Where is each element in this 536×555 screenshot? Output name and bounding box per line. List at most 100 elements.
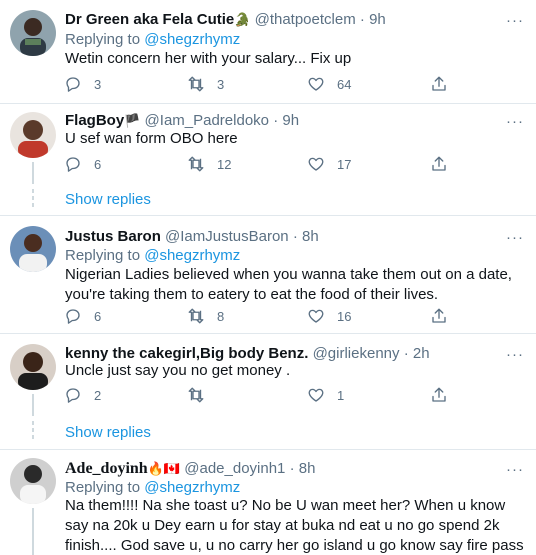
reply-button[interactable]: 6 — [64, 154, 101, 174]
like-button[interactable]: 1 — [307, 385, 344, 405]
share-icon — [432, 308, 446, 323]
user-handle[interactable]: @Iam_Padreldoko — [145, 112, 269, 129]
share-button[interactable] — [430, 385, 448, 405]
share-icon — [432, 156, 446, 171]
separator-dot: · — [289, 460, 295, 477]
display-name[interactable]: Ade_doyinh — [65, 460, 148, 477]
like-count: 1 — [337, 387, 345, 403]
like-icon — [308, 157, 324, 171]
name-emoji: 🐊 — [234, 12, 251, 27]
separator-dot: · — [359, 11, 365, 28]
share-icon — [432, 76, 446, 91]
like-icon — [308, 309, 324, 323]
tweet-actions: 2 1 — [60, 385, 460, 405]
tweet-header: Dr Green aka Fela Cutie🐊 @thatpoetclem ·… — [65, 11, 386, 29]
separator-dot: · — [273, 112, 279, 129]
retweet-button[interactable]: 12 — [187, 154, 231, 174]
retweet-icon — [188, 76, 204, 92]
tweet-header: Justus Baron @IamJustusBaron · 8h — [65, 228, 319, 246]
more-icon[interactable]: ··· — [506, 230, 524, 245]
share-button[interactable] — [430, 154, 448, 174]
timestamp[interactable]: 2h — [413, 345, 430, 362]
reply-count: 6 — [94, 308, 102, 324]
reply-count: 6 — [94, 156, 102, 172]
retweet-button[interactable]: 8 — [187, 306, 224, 326]
like-button[interactable]: 16 — [307, 306, 351, 326]
retweet-count: 3 — [217, 76, 225, 92]
separator-dot: · — [292, 228, 298, 245]
like-count: 16 — [337, 308, 352, 324]
retweet-count: 8 — [217, 308, 225, 324]
like-count: 17 — [337, 156, 352, 172]
thread-dots — [32, 421, 34, 442]
share-button[interactable] — [430, 306, 448, 326]
share-icon — [432, 387, 446, 402]
replying-to-label: Replying to — [65, 479, 141, 496]
reply-button[interactable]: 6 — [64, 306, 101, 326]
user-handle[interactable]: @girliekenny — [313, 345, 400, 362]
reply-icon — [66, 309, 80, 324]
tweet-4[interactable]: kenny the cakegirl,Big body Benz. @girli… — [0, 334, 536, 449]
show-replies-link[interactable]: Show replies — [65, 191, 151, 209]
user-handle[interactable]: @ade_doyinh1 — [184, 460, 285, 477]
share-button[interactable] — [430, 74, 448, 94]
tweet-1[interactable]: Dr Green aka Fela Cutie🐊 @thatpoetclem ·… — [0, 0, 536, 103]
avatar[interactable] — [10, 10, 56, 56]
replying-to-label: Replying to — [65, 247, 141, 264]
timestamp[interactable]: 8h — [299, 460, 316, 477]
thread-line — [32, 394, 34, 416]
mention-link[interactable]: @shegzrhymz — [144, 479, 240, 496]
tweet-text: Uncle just say you no get money . — [65, 362, 291, 379]
timestamp[interactable]: 9h — [282, 112, 299, 129]
reply-count: 3 — [94, 76, 102, 92]
like-icon — [308, 388, 324, 402]
retweet-icon — [188, 387, 204, 403]
mention-link[interactable]: @shegzrhymz — [144, 31, 240, 48]
name-emoji: 🏴 — [124, 113, 141, 128]
display-name[interactable]: kenny the cakegirl,Big body Benz. — [65, 345, 308, 362]
retweet-button[interactable]: 3 — [187, 74, 224, 94]
replying-to-label: Replying to — [65, 31, 141, 48]
more-icon[interactable]: ··· — [506, 13, 524, 28]
reply-count: 2 — [94, 387, 102, 403]
more-icon[interactable]: ··· — [506, 114, 524, 129]
tweet-2[interactable]: FlagBoy🏴 @Iam_Padreldoko · 9h ··· U sef … — [0, 104, 536, 215]
avatar[interactable] — [10, 344, 56, 390]
more-icon[interactable]: ··· — [506, 462, 524, 477]
like-button[interactable]: 17 — [307, 154, 351, 174]
avatar[interactable] — [10, 112, 56, 158]
more-icon[interactable]: ··· — [506, 347, 524, 362]
timestamp[interactable]: 8h — [302, 228, 319, 245]
tweet-text: Wetin concern her with your salary... Fi… — [65, 50, 352, 67]
user-handle[interactable]: @IamJustusBaron — [165, 228, 289, 245]
replying-to: Replying to @shegzrhymz — [65, 479, 240, 497]
retweet-count: 12 — [217, 156, 232, 172]
reply-icon — [66, 388, 80, 403]
reply-button[interactable]: 2 — [64, 385, 101, 405]
tweet-5[interactable]: Ade_doyinh🔥🇨🇦 @ade_doyinh1 · 8h ··· Repl… — [0, 450, 536, 555]
tweet-header: FlagBoy🏴 @Iam_Padreldoko · 9h — [65, 112, 299, 130]
display-name[interactable]: Justus Baron — [65, 228, 161, 245]
thread-line — [32, 508, 34, 555]
mention-link[interactable]: @shegzrhymz — [144, 247, 240, 264]
timestamp[interactable]: 9h — [369, 11, 386, 28]
replying-to: Replying to @shegzrhymz — [65, 247, 240, 265]
reply-button[interactable]: 3 — [64, 74, 101, 94]
avatar[interactable] — [10, 458, 56, 504]
reply-icon — [66, 157, 80, 172]
thread-dots — [32, 189, 34, 210]
retweet-button[interactable] — [187, 385, 217, 405]
avatar[interactable] — [10, 226, 56, 272]
user-handle[interactable]: @thatpoetclem — [255, 11, 356, 28]
thread-line — [32, 162, 34, 184]
retweet-icon — [188, 308, 204, 324]
tweet-3[interactable]: Justus Baron @IamJustusBaron · 8h ··· Re… — [0, 216, 536, 333]
display-name[interactable]: Dr Green aka Fela Cutie — [65, 11, 234, 28]
tweet-actions: 3 3 64 — [60, 74, 460, 94]
show-replies-link[interactable]: Show replies — [65, 424, 151, 442]
like-button[interactable]: 64 — [307, 74, 351, 94]
display-name[interactable]: FlagBoy — [65, 112, 124, 129]
tweet-actions: 6 12 17 — [60, 154, 460, 174]
reply-icon — [66, 77, 80, 92]
tweet-actions: 6 8 16 — [60, 306, 460, 326]
